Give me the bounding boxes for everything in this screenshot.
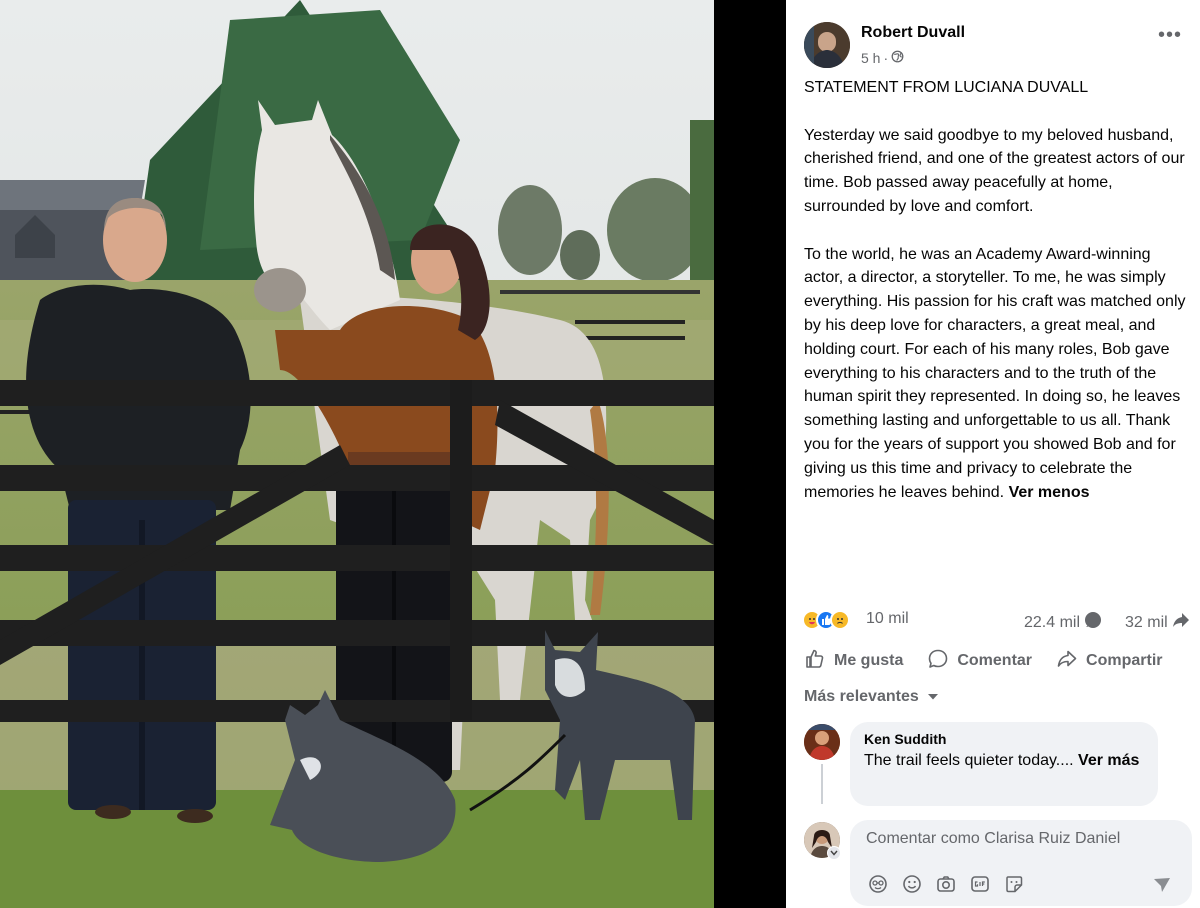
- post-actions: Me gusta Comentar Compartir: [804, 646, 1194, 676]
- sticker-icon[interactable]: [1004, 874, 1024, 894]
- profile-switch-chevron-icon[interactable]: [827, 846, 841, 860]
- shares-count[interactable]: 32 mil: [1125, 611, 1190, 634]
- comments-count[interactable]: 22.4 mil: [1024, 611, 1102, 634]
- like-label: Me gusta: [834, 652, 904, 669]
- author-avatar[interactable]: [804, 22, 850, 68]
- comment-item: Ken Suddith The trail feels quieter toda…: [804, 722, 1184, 812]
- comment-text: The trail feels quieter today.... Ver má…: [864, 749, 1144, 773]
- comment-text-value: The trail feels quieter today....: [864, 752, 1074, 769]
- avatar-sticker-icon[interactable]: [868, 874, 888, 894]
- commenter-avatar[interactable]: [804, 724, 840, 760]
- like-button[interactable]: Me gusta: [804, 646, 903, 676]
- comment-author[interactable]: Ken Suddith: [864, 731, 1144, 747]
- comment-bubble-icon: [1084, 611, 1102, 634]
- post-photo[interactable]: [0, 0, 714, 908]
- camera-icon[interactable]: [936, 874, 956, 894]
- globe-icon: [891, 50, 904, 66]
- comment-label: Comentar: [957, 652, 1033, 669]
- see-less-link[interactable]: Ver menos: [1009, 484, 1090, 501]
- post-author[interactable]: Robert Duvall: [861, 24, 965, 42]
- comment-icon: [927, 648, 949, 675]
- thumbs-up-icon: [804, 648, 826, 675]
- comment-input[interactable]: Comentar como Clarisa Ruiz Daniel: [850, 820, 1192, 906]
- reactions-bar: 10 mil 22.4 mil 32 mil: [802, 608, 1198, 634]
- photo-illustration: [0, 0, 714, 908]
- post-meta: 5 h ·: [861, 50, 904, 66]
- caret-down-icon: [927, 688, 939, 706]
- comment-composer: Comentar como Clarisa Ruiz Daniel: [804, 820, 1194, 906]
- sad-reaction-icon: [830, 610, 850, 630]
- gif-icon[interactable]: [970, 874, 990, 894]
- emoji-icon[interactable]: [902, 874, 922, 894]
- post-options-button[interactable]: •••: [1158, 25, 1182, 45]
- post-paragraph-2: To the world, he was an Academy Award-wi…: [804, 243, 1194, 505]
- reaction-icons[interactable]: [802, 610, 850, 630]
- post-body: STATEMENT FROM LUCIANA DUVALL Yesterday …: [804, 76, 1194, 528]
- send-icon[interactable]: [1152, 875, 1172, 900]
- meta-separator: ·: [883, 50, 889, 66]
- reactions-count[interactable]: 10 mil: [866, 610, 909, 628]
- post-paragraph-title: STATEMENT FROM LUCIANA DUVALL: [804, 79, 1089, 96]
- comment-input-placeholder: Comentar como Clarisa Ruiz Daniel: [866, 830, 1121, 847]
- share-label: Compartir: [1086, 652, 1163, 669]
- sort-label: Más relevantes: [804, 688, 919, 705]
- share-icon: [1056, 648, 1078, 675]
- post-paragraph-2-text: To the world, he was an Academy Award-wi…: [804, 245, 1186, 501]
- photo-divider: [714, 0, 786, 908]
- comment-sort-dropdown[interactable]: Más relevantes: [804, 688, 939, 706]
- post-panel: Robert Duvall 5 h · ••• STATEMENT FROM L…: [786, 0, 1200, 908]
- composer-tools: [868, 874, 1024, 894]
- post-paragraph-1: Yesterday we said goodbye to my beloved …: [804, 126, 1185, 215]
- share-button[interactable]: Compartir: [1056, 646, 1162, 676]
- comment-thread-line: [821, 764, 823, 804]
- comments-count-value: 22.4 mil: [1024, 613, 1081, 631]
- comment-button[interactable]: Comentar: [927, 646, 1032, 676]
- post-time[interactable]: 5 h: [861, 50, 880, 66]
- comment-bubble: Ken Suddith The trail feels quieter toda…: [850, 722, 1158, 806]
- see-more-link[interactable]: Ver más: [1078, 752, 1139, 769]
- share-arrow-icon: [1172, 611, 1190, 634]
- post-header: Robert Duvall 5 h · •••: [804, 20, 1194, 72]
- shares-count-value: 32 mil: [1125, 613, 1168, 631]
